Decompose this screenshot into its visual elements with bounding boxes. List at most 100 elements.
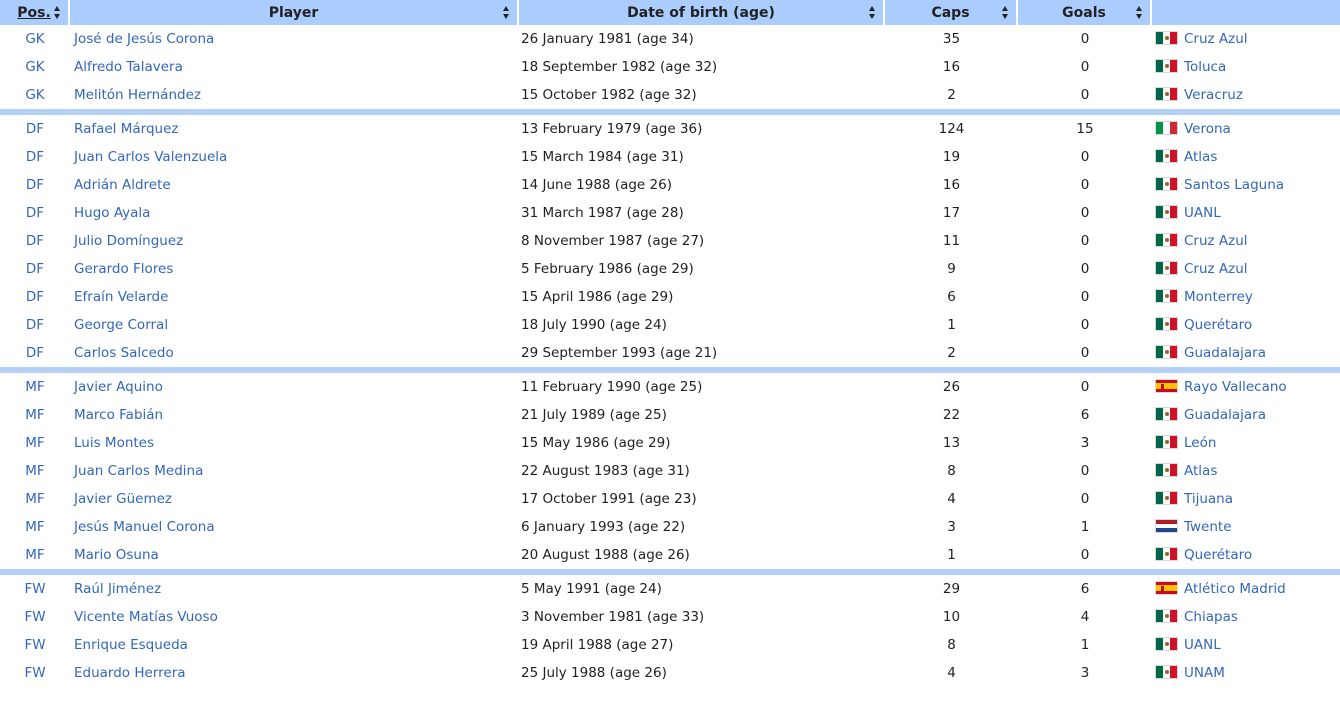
club-link[interactable]: Atlas <box>1184 463 1217 479</box>
column-header-player[interactable]: Player <box>70 0 519 25</box>
mexico-flag-icon[interactable] <box>1155 149 1178 163</box>
club-link[interactable]: Atlas <box>1184 149 1217 165</box>
position-cell[interactable]: DF <box>0 171 70 199</box>
player-name-link[interactable]: Melitón Hernández <box>70 81 519 109</box>
club-link[interactable]: Veracruz <box>1184 87 1243 103</box>
player-name-link[interactable]: Hugo Ayala <box>70 199 519 227</box>
club-link[interactable]: Querétaro <box>1184 317 1252 333</box>
club-link[interactable]: Twente <box>1184 519 1232 535</box>
column-header-pos[interactable]: Pos. <box>0 0 70 25</box>
position-cell[interactable]: GK <box>0 81 70 109</box>
position-cell[interactable]: DF <box>0 227 70 255</box>
mexico-flag-icon[interactable] <box>1155 233 1178 247</box>
club-link[interactable]: UNAM <box>1184 665 1225 681</box>
position-cell[interactable]: MF <box>0 429 70 457</box>
position-cell[interactable]: FW <box>0 631 70 659</box>
position-cell[interactable]: MF <box>0 367 70 401</box>
mexico-flag-icon[interactable] <box>1155 31 1178 45</box>
position-cell[interactable]: DF <box>0 255 70 283</box>
player-name-link[interactable]: Marco Fabián <box>70 401 519 429</box>
mexico-flag-icon[interactable] <box>1155 177 1178 191</box>
sort-icon[interactable] <box>503 6 510 19</box>
position-cell[interactable]: DF <box>0 143 70 171</box>
player-name-link[interactable]: Jesús Manuel Corona <box>70 513 519 541</box>
player-name-link[interactable]: Alfredo Talavera <box>70 53 519 81</box>
position-cell[interactable]: MF <box>0 457 70 485</box>
club-link[interactable]: Cruz Azul <box>1184 31 1248 47</box>
position-cell[interactable]: MF <box>0 541 70 569</box>
club-link[interactable]: UANL <box>1184 637 1221 653</box>
player-name-link[interactable]: Mario Osuna <box>70 541 519 569</box>
spain-flag-icon[interactable] <box>1155 379 1178 393</box>
mexico-flag-icon[interactable] <box>1155 289 1178 303</box>
mexico-flag-icon[interactable] <box>1155 59 1178 73</box>
club-link[interactable]: Chiapas <box>1184 609 1238 625</box>
player-name-link[interactable]: Juan Carlos Valenzuela <box>70 143 519 171</box>
club-link[interactable]: Cruz Azul <box>1184 233 1248 249</box>
club-link[interactable]: Cruz Azul <box>1184 261 1248 277</box>
club-link[interactable]: Santos Laguna <box>1184 177 1284 193</box>
position-cell[interactable]: FW <box>0 569 70 603</box>
player-name-link[interactable]: Juan Carlos Medina <box>70 457 519 485</box>
club-link[interactable]: Verona <box>1184 121 1231 137</box>
italy-flag-icon[interactable] <box>1155 121 1178 135</box>
sort-icon[interactable] <box>1002 6 1009 19</box>
player-name-link[interactable]: Carlos Salcedo <box>70 339 519 367</box>
position-cell[interactable]: DF <box>0 199 70 227</box>
mexico-flag-icon[interactable] <box>1155 345 1178 359</box>
position-cell[interactable]: MF <box>0 401 70 429</box>
mexico-flag-icon[interactable] <box>1155 205 1178 219</box>
mexico-flag-icon[interactable] <box>1155 637 1178 651</box>
mexico-flag-icon[interactable] <box>1155 491 1178 505</box>
mexico-flag-icon[interactable] <box>1155 665 1178 679</box>
player-name-link[interactable]: George Corral <box>70 311 519 339</box>
player-name-link[interactable]: José de Jesús Corona <box>70 25 519 53</box>
position-cell[interactable]: MF <box>0 513 70 541</box>
player-name-link[interactable]: Javier Güemez <box>70 485 519 513</box>
player-name-link[interactable]: Luis Montes <box>70 429 519 457</box>
sort-icon[interactable] <box>1136 6 1143 19</box>
netherlands-flag-icon[interactable] <box>1155 519 1178 533</box>
position-cell[interactable]: FW <box>0 603 70 631</box>
position-cell[interactable]: GK <box>0 53 70 81</box>
mexico-flag-icon[interactable] <box>1155 407 1178 421</box>
spain-flag-icon[interactable] <box>1155 581 1178 595</box>
mexico-flag-icon[interactable] <box>1155 261 1178 275</box>
player-name-link[interactable]: Javier Aquino <box>70 367 519 401</box>
mexico-flag-icon[interactable] <box>1155 87 1178 101</box>
player-name-link[interactable]: Gerardo Flores <box>70 255 519 283</box>
player-name-link[interactable]: Eduardo Herrera <box>70 659 519 687</box>
sort-icon[interactable] <box>54 6 61 19</box>
player-name-link[interactable]: Enrique Esqueda <box>70 631 519 659</box>
position-cell[interactable]: DF <box>0 339 70 367</box>
player-name-link[interactable]: Raúl Jiménez <box>70 569 519 603</box>
club-link[interactable]: Guadalajara <box>1184 345 1266 361</box>
player-name-link[interactable]: Efraín Velarde <box>70 283 519 311</box>
position-cell[interactable]: GK <box>0 25 70 53</box>
club-link[interactable]: Monterrey <box>1184 289 1253 305</box>
position-cell[interactable]: DF <box>0 283 70 311</box>
sort-icon[interactable] <box>869 6 876 19</box>
player-name-link[interactable]: Julio Domínguez <box>70 227 519 255</box>
position-cell[interactable]: DF <box>0 109 70 143</box>
club-link[interactable]: Querétaro <box>1184 547 1252 563</box>
club-link[interactable]: Rayo Vallecano <box>1184 379 1287 395</box>
player-name-link[interactable]: Adrián Aldrete <box>70 171 519 199</box>
player-name-link[interactable]: Rafael Márquez <box>70 109 519 143</box>
column-header-caps[interactable]: Caps <box>885 0 1018 25</box>
player-name-link[interactable]: Vicente Matías Vuoso <box>70 603 519 631</box>
club-link[interactable]: Tijuana <box>1184 491 1233 507</box>
mexico-flag-icon[interactable] <box>1155 547 1178 561</box>
position-cell[interactable]: DF <box>0 311 70 339</box>
mexico-flag-icon[interactable] <box>1155 463 1178 477</box>
position-cell[interactable]: FW <box>0 659 70 687</box>
club-link[interactable]: UANL <box>1184 205 1221 221</box>
club-link[interactable]: Toluca <box>1184 59 1226 75</box>
position-cell[interactable]: MF <box>0 485 70 513</box>
club-link[interactable]: Atlético Madrid <box>1184 581 1286 597</box>
mexico-flag-icon[interactable] <box>1155 609 1178 623</box>
club-link[interactable]: León <box>1184 435 1216 451</box>
mexico-flag-icon[interactable] <box>1155 317 1178 331</box>
column-header-dob[interactable]: Date of birth (age) <box>519 0 885 25</box>
club-link[interactable]: Guadalajara <box>1184 407 1266 423</box>
